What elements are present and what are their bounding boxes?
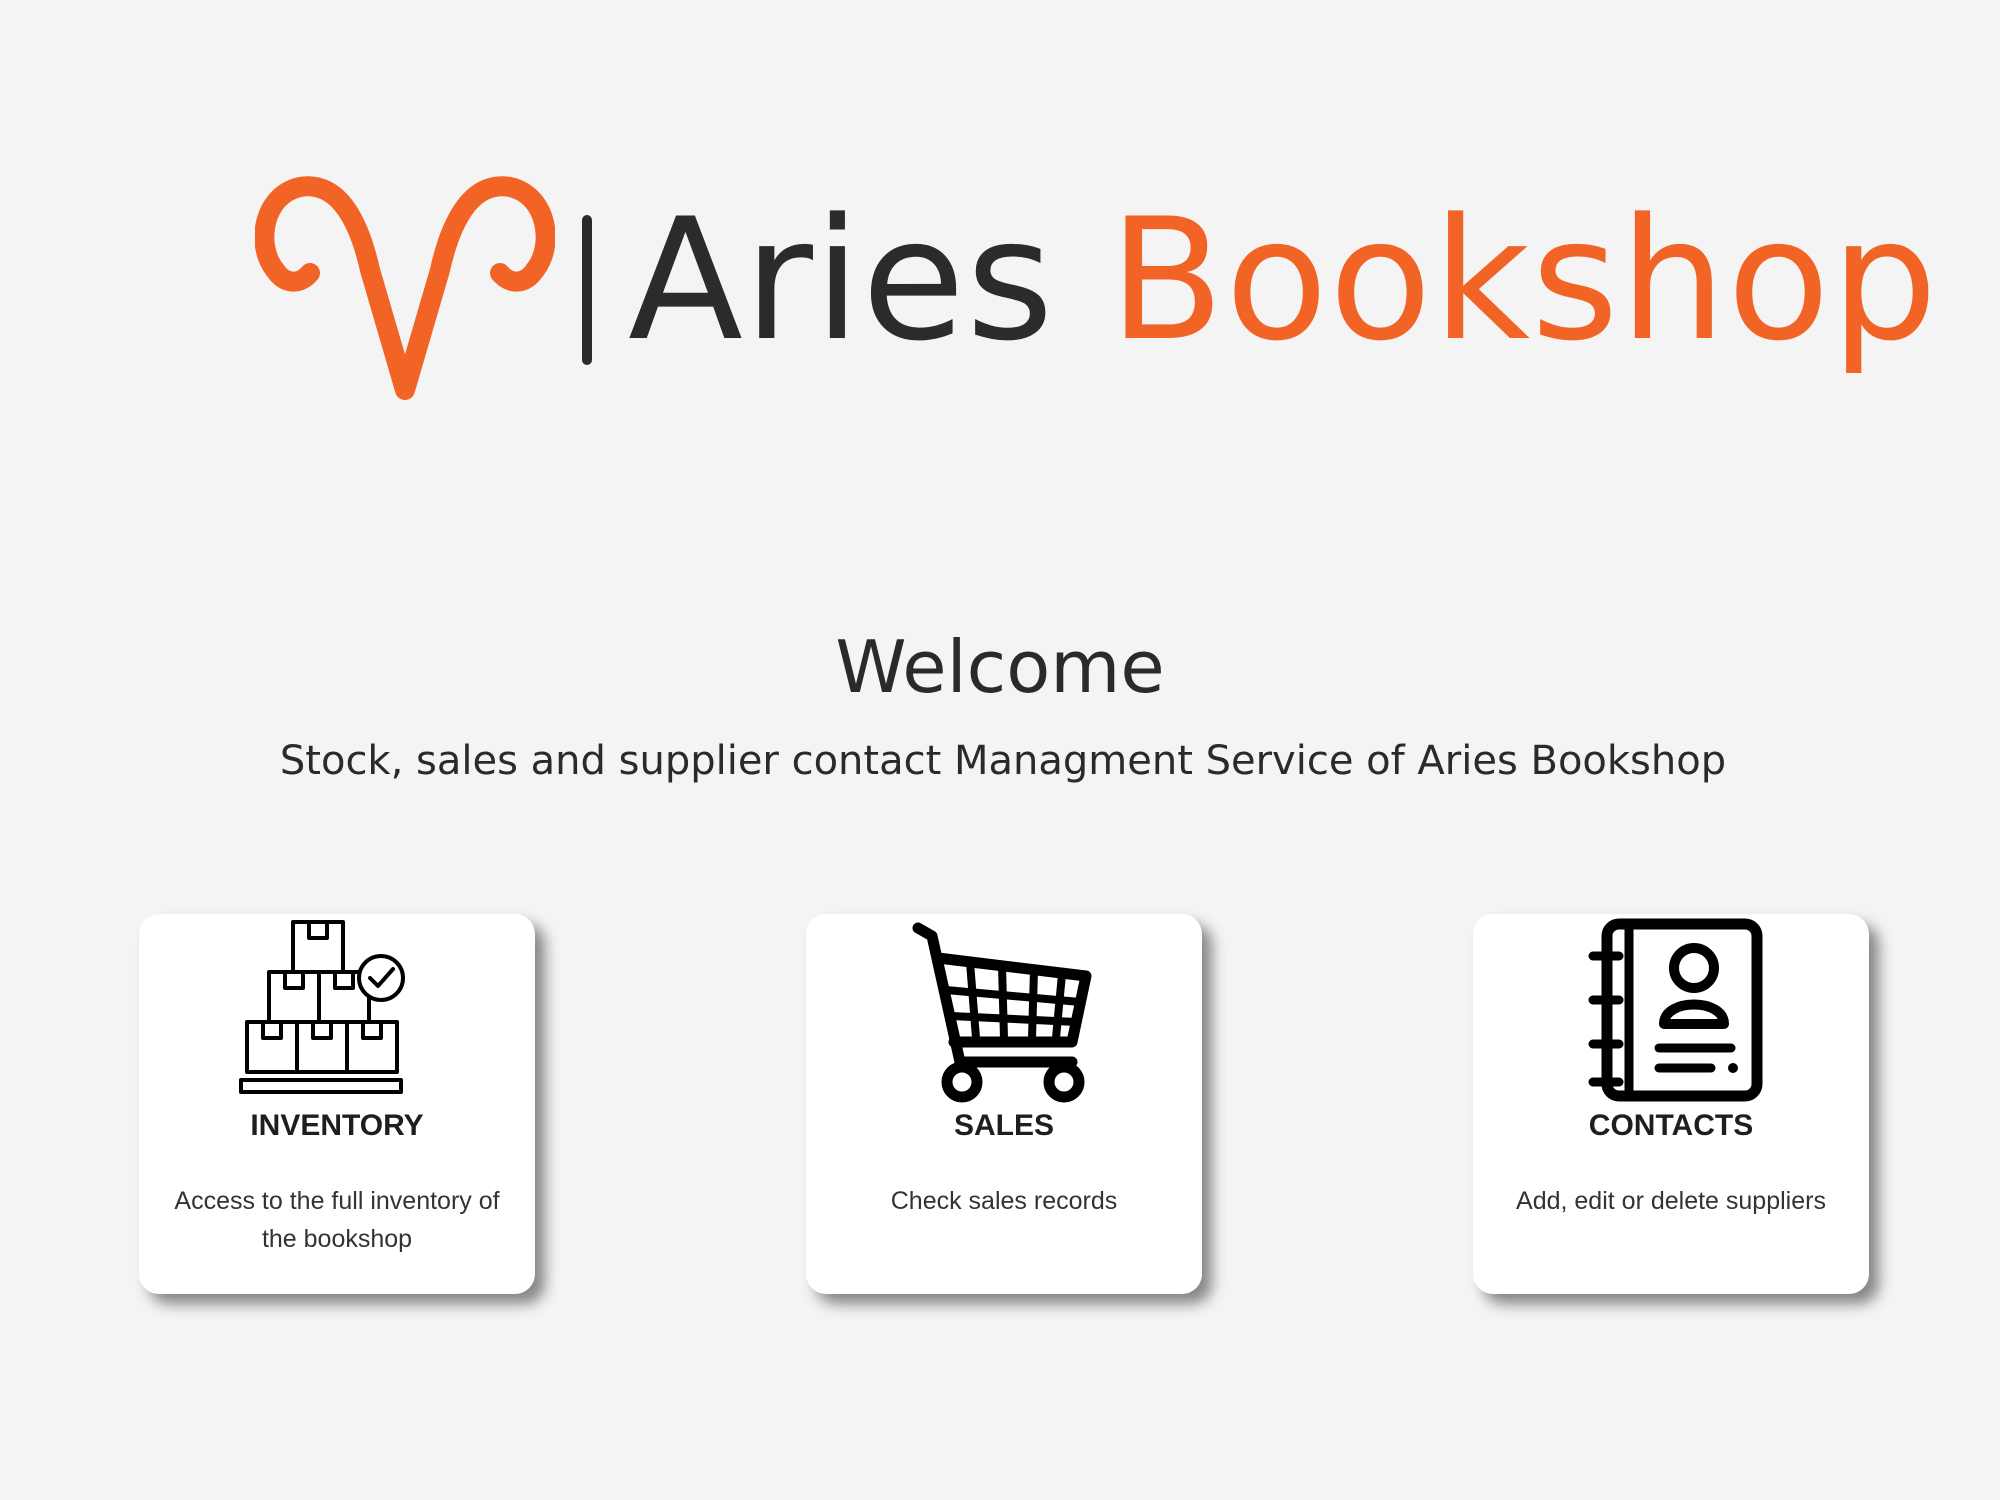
- logo-divider: [582, 215, 592, 365]
- contacts-card-description: Add, edit or delete suppliers: [1516, 1187, 1826, 1215]
- brand-name: Aries Bookshop: [628, 180, 1939, 380]
- address-book-icon: [1588, 918, 1763, 1102]
- sales-card-title: SALES: [953, 1109, 1055, 1142]
- inventory-card-title: INVENTORY: [250, 1109, 424, 1142]
- brand-name-part-1: Aries: [628, 182, 1055, 378]
- brand-name-part-2: Bookshop: [1108, 182, 1939, 378]
- contacts-card-title: CONTACTS: [1588, 1109, 1754, 1142]
- welcome-title: Welcome: [835, 625, 1165, 709]
- sales-card[interactable]: SALES Check sales records: [806, 914, 1202, 1294]
- home-page: Aries Bookshop Welcome Stock, sales and …: [0, 0, 2000, 1500]
- aries-symbol-icon: [255, 176, 555, 400]
- inventory-boxes-icon: [239, 920, 405, 1094]
- shopping-cart-icon: [912, 922, 1092, 1103]
- welcome-subtitle: Stock, sales and supplier contact Managm…: [279, 738, 1727, 784]
- inventory-card[interactable]: INVENTORY Access to the full inventory o…: [139, 914, 535, 1294]
- inventory-card-description: Access to the full inventory of the book…: [174, 1187, 500, 1253]
- contacts-card[interactable]: CONTACTS Add, edit or delete suppliers: [1473, 914, 1869, 1294]
- sales-card-description: Check sales records: [890, 1187, 1118, 1215]
